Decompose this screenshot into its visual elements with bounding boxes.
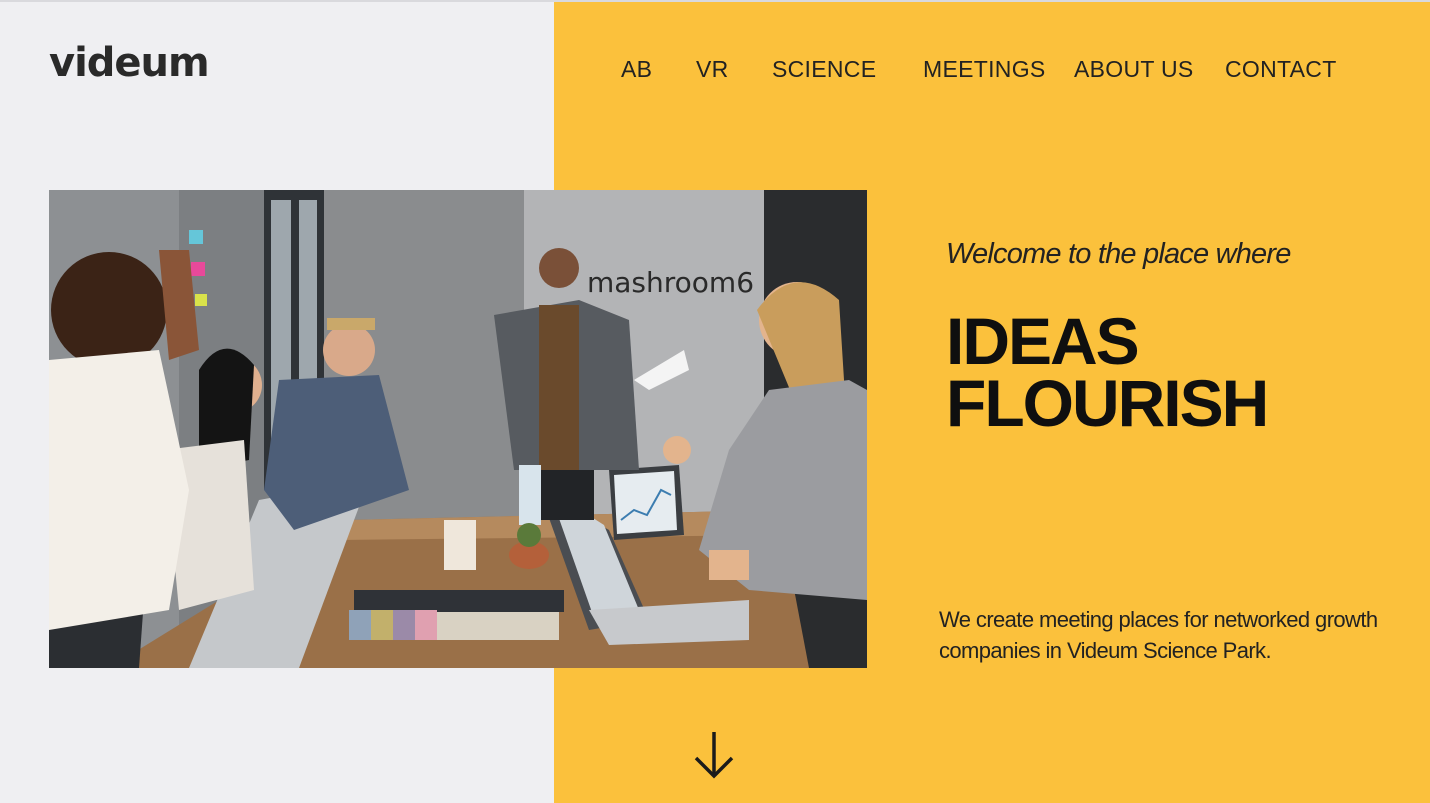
- nav-item-meetings[interactable]: MEETINGS: [923, 56, 1046, 83]
- hero-meeting-photo: mashroom6: [49, 190, 867, 668]
- headline-line-2: FLOURISH: [946, 366, 1269, 440]
- headline-line-1: IDEAS: [946, 304, 1140, 378]
- welcome-text: Welcome to the place where: [946, 238, 1291, 270]
- hero-headline: IDEAS FLOURISH: [946, 304, 1269, 440]
- top-divider: [0, 0, 1430, 2]
- videum-logo[interactable]: videum: [49, 38, 210, 88]
- hero-description: We create meeting places for networked g…: [939, 607, 1378, 663]
- nav-item-science[interactable]: SCIENCE: [772, 56, 876, 83]
- nav-item-contact[interactable]: CONTACT: [1225, 56, 1337, 83]
- nav-item-vr[interactable]: VR: [696, 56, 729, 83]
- logo-wordmark: videum: [49, 40, 210, 86]
- wall-sign: mashroom6: [587, 266, 754, 299]
- nav-item-about-us[interactable]: ABOUT US: [1074, 56, 1194, 83]
- nav-item-ab[interactable]: AB: [621, 56, 652, 83]
- arrow-down-icon[interactable]: [690, 728, 738, 782]
